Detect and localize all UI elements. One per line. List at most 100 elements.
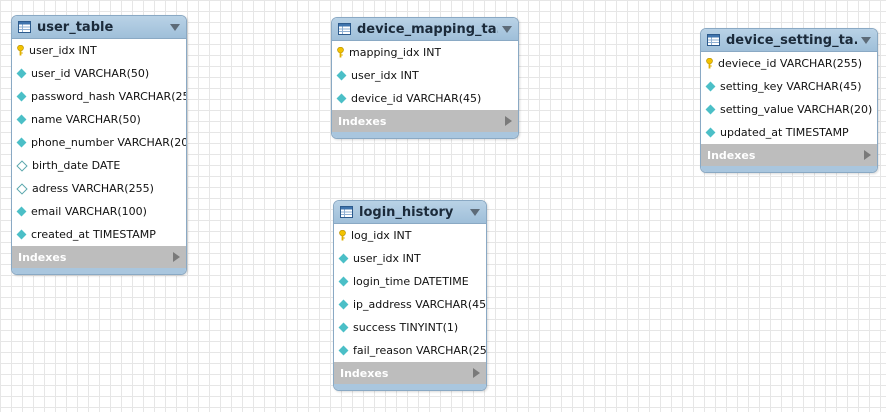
- table-footer: [332, 132, 518, 138]
- column-row[interactable]: setting_key VARCHAR(45): [701, 75, 877, 98]
- column-label: setting_key VARCHAR(45): [720, 80, 862, 93]
- column-diamond-icon: [16, 68, 27, 79]
- column-row[interactable]: log_idx INT: [334, 224, 486, 247]
- column-list: mapping_idx INT user_idx INT device_id V…: [332, 41, 518, 110]
- column-diamond-icon: [16, 229, 27, 240]
- column-list: user_idx INT user_id VARCHAR(50) passwor…: [12, 39, 186, 246]
- column-row[interactable]: adress VARCHAR(255): [12, 177, 186, 200]
- expand-arrow-icon[interactable]: [173, 252, 180, 262]
- column-label: mapping_idx INT: [349, 46, 442, 59]
- table-icon: [18, 21, 31, 33]
- column-label: phone_number VARCHAR(20): [31, 136, 186, 149]
- column-row[interactable]: success TINYINT(1): [334, 316, 486, 339]
- column-diamond-icon: [338, 345, 349, 356]
- column-list: deviece_id VARCHAR(255) setting_key VARC…: [701, 52, 877, 144]
- table-header[interactable]: user_table: [12, 16, 186, 39]
- column-label: birth_date DATE: [32, 159, 121, 172]
- indexes-label: Indexes: [707, 148, 756, 162]
- column-row[interactable]: login_time DATETIME: [334, 270, 486, 293]
- table-title: user_table: [37, 19, 114, 35]
- column-label: email VARCHAR(100): [31, 205, 147, 218]
- column-label: password_hash VARCHAR(255): [31, 90, 186, 103]
- column-row[interactable]: updated_at TIMESTAMP: [701, 121, 877, 144]
- column-diamond-icon: [705, 127, 716, 138]
- table-title: device_setting_ta...: [726, 32, 857, 48]
- expand-arrow-icon[interactable]: [505, 116, 512, 126]
- key-icon: [706, 58, 713, 69]
- indexes-section[interactable]: Indexes: [332, 110, 518, 132]
- column-label: setting_value VARCHAR(20): [720, 103, 873, 116]
- column-row[interactable]: user_idx INT: [332, 64, 518, 87]
- column-row[interactable]: deviece_id VARCHAR(255): [701, 52, 877, 75]
- table-header[interactable]: device_setting_ta...: [701, 29, 877, 52]
- column-row[interactable]: email VARCHAR(100): [12, 200, 186, 223]
- column-label: user_id VARCHAR(50): [31, 67, 150, 80]
- column-label: user_idx INT: [351, 69, 419, 82]
- table-header[interactable]: login_history: [334, 201, 486, 224]
- column-diamond-icon: [338, 299, 349, 310]
- table-footer: [701, 166, 877, 172]
- column-label: created_at TIMESTAMP: [31, 228, 156, 241]
- indexes-label: Indexes: [340, 366, 389, 380]
- table-login-history[interactable]: login_history log_idx INT user_idx INT l…: [333, 200, 487, 391]
- column-row[interactable]: password_hash VARCHAR(255): [12, 85, 186, 108]
- collapse-arrow-icon[interactable]: [502, 25, 512, 33]
- table-header[interactable]: device_mapping_ta...: [332, 18, 518, 41]
- column-diamond-icon: [705, 81, 716, 92]
- indexes-section[interactable]: Indexes: [701, 144, 877, 166]
- indexes-label: Indexes: [338, 114, 387, 128]
- expand-arrow-icon[interactable]: [864, 150, 871, 160]
- indexes-section[interactable]: Indexes: [12, 246, 186, 268]
- column-label: device_id VARCHAR(45): [351, 92, 482, 105]
- column-list: log_idx INT user_idx INT login_time DATE…: [334, 224, 486, 362]
- table-device-mapping[interactable]: device_mapping_ta... mapping_idx INT use…: [331, 17, 519, 139]
- column-diamond-icon: [338, 276, 349, 287]
- table-icon: [338, 23, 351, 35]
- nullable-diamond-icon: [16, 182, 28, 195]
- nullable-diamond-icon: [16, 159, 28, 172]
- column-row[interactable]: phone_number VARCHAR(20): [12, 131, 186, 154]
- column-row[interactable]: user_idx INT: [12, 39, 186, 62]
- indexes-section[interactable]: Indexes: [334, 362, 486, 384]
- key-icon: [339, 230, 346, 241]
- table-user-table[interactable]: user_table user_idx INT user_id VARCHAR(…: [11, 15, 187, 275]
- column-row[interactable]: birth_date DATE: [12, 154, 186, 177]
- column-row[interactable]: ip_address VARCHAR(45): [334, 293, 486, 316]
- column-diamond-icon: [338, 253, 349, 264]
- key-icon: [337, 47, 344, 58]
- collapse-arrow-icon[interactable]: [470, 208, 480, 216]
- column-diamond-icon: [336, 93, 347, 104]
- table-icon: [340, 206, 353, 218]
- table-footer: [334, 384, 486, 390]
- column-row[interactable]: device_id VARCHAR(45): [332, 87, 518, 110]
- column-diamond-icon: [16, 206, 27, 217]
- column-label: login_time DATETIME: [353, 275, 469, 288]
- column-label: updated_at TIMESTAMP: [720, 126, 849, 139]
- table-icon: [707, 34, 720, 46]
- column-label: adress VARCHAR(255): [32, 182, 154, 195]
- table-title: device_mapping_ta...: [357, 21, 498, 37]
- table-footer: [12, 268, 186, 274]
- column-diamond-icon: [16, 114, 27, 125]
- column-label: name VARCHAR(50): [31, 113, 141, 126]
- column-label: user_idx INT: [353, 252, 421, 265]
- column-row[interactable]: fail_reason VARCHAR(25...: [334, 339, 486, 362]
- column-label: deviece_id VARCHAR(255): [718, 57, 863, 70]
- column-row[interactable]: mapping_idx INT: [332, 41, 518, 64]
- expand-arrow-icon[interactable]: [473, 368, 480, 378]
- column-row[interactable]: name VARCHAR(50): [12, 108, 186, 131]
- column-diamond-icon: [338, 322, 349, 333]
- table-device-setting[interactable]: device_setting_ta... deviece_id VARCHAR(…: [700, 28, 878, 173]
- key-icon: [17, 45, 24, 56]
- column-row[interactable]: user_idx INT: [334, 247, 486, 270]
- collapse-arrow-icon[interactable]: [861, 36, 871, 44]
- column-diamond-icon: [336, 70, 347, 81]
- column-label: success TINYINT(1): [353, 321, 459, 334]
- collapse-arrow-icon[interactable]: [170, 23, 180, 31]
- column-row[interactable]: user_id VARCHAR(50): [12, 62, 186, 85]
- column-row[interactable]: setting_value VARCHAR(20): [701, 98, 877, 121]
- column-row[interactable]: created_at TIMESTAMP: [12, 223, 186, 246]
- column-label: user_idx INT: [29, 44, 97, 57]
- indexes-label: Indexes: [18, 250, 67, 264]
- column-label: ip_address VARCHAR(45): [353, 298, 486, 311]
